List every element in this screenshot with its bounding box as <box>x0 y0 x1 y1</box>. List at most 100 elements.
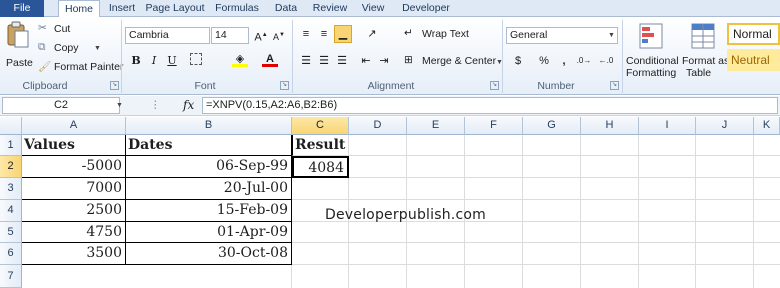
increase-decimal-icon[interactable]: .0→ <box>576 53 592 69</box>
number-launcher-icon[interactable]: ↘ <box>610 81 619 90</box>
fill-color-icon[interactable]: ◈ <box>232 51 248 67</box>
bold-button[interactable]: B <box>128 53 144 69</box>
tab-developer[interactable]: Developer <box>398 0 454 17</box>
column-header-a[interactable]: A <box>22 117 126 135</box>
row-header-4[interactable]: 4 <box>0 200 22 222</box>
grow-font-icon[interactable]: A▲ <box>253 27 269 44</box>
align-top-icon[interactable]: ≡ <box>298 26 314 42</box>
merge-center-button[interactable]: ⊞ Merge & Center ▼ <box>404 54 503 70</box>
increase-indent-icon[interactable]: ⇥ <box>376 53 392 69</box>
cell-a3[interactable]: 7000 <box>22 178 126 200</box>
formula-input[interactable]: =XNPV(0.15,A2:A6,B2:B6) <box>202 97 778 114</box>
chevron-down-icon: ▼ <box>94 45 101 52</box>
style-neutral[interactable]: Neutral <box>727 49 780 71</box>
cell-c2-selected[interactable]: 4084 <box>292 156 349 178</box>
tab-data[interactable]: Data <box>268 0 304 17</box>
column-header-e[interactable]: E <box>407 117 465 135</box>
row-header-6[interactable]: 6 <box>0 243 22 265</box>
tab-formulas[interactable]: Formulas <box>212 0 262 17</box>
row-header-1[interactable]: 1 <box>0 135 22 156</box>
tab-insert[interactable]: Insert <box>102 0 142 17</box>
number-format-select[interactable]: General <box>506 27 618 44</box>
column-header-g[interactable]: G <box>523 117 581 135</box>
borders-icon[interactable] <box>190 53 202 65</box>
formula-bar-dots-icon: ⋮ <box>150 99 161 111</box>
copy-label: Copy <box>54 42 79 54</box>
alignment-group-label: Alignment <box>367 80 415 92</box>
wrap-text-button[interactable]: ↵ Wrap Text <box>404 27 494 43</box>
group-divider <box>292 20 293 93</box>
font-launcher-icon[interactable]: ↘ <box>280 81 289 90</box>
comma-button[interactable]: , <box>556 53 572 69</box>
tab-page-layout[interactable]: Page Layout <box>142 0 208 17</box>
wrap-text-icon: ↵ <box>404 27 413 39</box>
tab-file[interactable]: File <box>0 0 44 17</box>
align-left-icon[interactable]: ☰ <box>298 53 314 69</box>
tab-home[interactable]: Home <box>58 0 100 18</box>
select-all-corner[interactable] <box>0 117 22 135</box>
cell-b6[interactable]: 30-Oct-08 <box>126 243 292 265</box>
watermark-text: Developerpublish.com <box>325 207 486 223</box>
orientation-icon[interactable]: ↗ <box>364 26 380 42</box>
currency-button[interactable]: $ <box>510 53 526 69</box>
conditional-formatting-button[interactable]: Conditional Formatting <box>624 21 679 79</box>
cell-b1[interactable]: Dates <box>126 135 292 156</box>
conditional-label-1: Conditional <box>626 55 679 67</box>
italic-button[interactable]: I <box>146 53 162 69</box>
clipboard-launcher-icon[interactable]: ↘ <box>110 81 119 90</box>
cell-a4[interactable]: 2500 <box>22 200 126 222</box>
column-header-c[interactable]: C <box>292 117 349 135</box>
row-header-2[interactable]: 2 <box>0 156 22 178</box>
font-color-icon[interactable]: A <box>262 51 278 67</box>
insert-function-icon[interactable]: fx <box>183 98 194 112</box>
row-header-5[interactable]: 5 <box>0 222 22 243</box>
underline-button[interactable]: U <box>164 53 180 69</box>
decrease-decimal-icon[interactable]: ←.0 <box>598 53 614 69</box>
row-header-3[interactable]: 3 <box>0 178 22 200</box>
column-header-k[interactable]: K <box>754 117 780 135</box>
column-header-h[interactable]: H <box>581 117 639 135</box>
chevron-down-icon: ▼ <box>608 32 615 39</box>
name-box[interactable]: C2 <box>2 97 120 114</box>
decrease-indent-icon[interactable]: ⇤ <box>358 53 374 69</box>
align-right-icon[interactable]: ☰ <box>334 53 350 69</box>
cell-c1[interactable]: Result <box>292 135 349 156</box>
cell-b4[interactable]: 15-Feb-09 <box>126 200 292 222</box>
font-name-select[interactable]: Cambria <box>125 27 210 44</box>
chevron-down-icon[interactable]: ▼ <box>116 102 123 109</box>
cut-button[interactable]: ✂ Cut <box>38 21 90 37</box>
column-header-i[interactable]: I <box>639 117 696 135</box>
paintbrush-icon: 🖌 <box>38 61 52 73</box>
format-painter-button[interactable]: 🖌 Format Painter <box>38 59 123 75</box>
align-center-icon[interactable]: ☰ <box>316 53 332 69</box>
format-as-table-button[interactable]: Format as Table <box>680 21 729 79</box>
merge-center-label: Merge & Center <box>422 55 497 67</box>
column-header-f[interactable]: F <box>465 117 523 135</box>
column-header-j[interactable]: J <box>696 117 754 135</box>
align-middle-icon[interactable]: ≡ <box>316 26 332 42</box>
cell-b5[interactable]: 01-Apr-09 <box>126 222 292 243</box>
column-header-b[interactable]: B <box>126 117 292 135</box>
copy-button[interactable]: ⧉ Copy ▼ <box>38 40 101 56</box>
group-divider <box>502 20 503 93</box>
cell-a5[interactable]: 4750 <box>22 222 126 243</box>
copy-icon: ⧉ <box>38 41 46 53</box>
percent-button[interactable]: % <box>536 53 552 69</box>
font-size-select[interactable]: 14 <box>211 27 249 44</box>
row-header-7[interactable]: 7 <box>0 265 22 288</box>
align-bottom-icon[interactable]: ▁ <box>334 25 352 43</box>
cell-a2[interactable]: -5000 <box>22 156 126 178</box>
cell-a1[interactable]: Values <box>22 135 126 156</box>
paste-button[interactable]: Paste <box>4 21 33 76</box>
cell-b3[interactable]: 20-Jul-00 <box>126 178 292 200</box>
cell-b2[interactable]: 06-Sep-99 <box>126 156 292 178</box>
cell-a6[interactable]: 3500 <box>22 243 126 265</box>
tab-review[interactable]: Review <box>310 0 350 17</box>
tab-view[interactable]: View <box>356 0 390 17</box>
shrink-font-icon[interactable]: A▼ <box>271 27 287 43</box>
column-header-d[interactable]: D <box>349 117 407 135</box>
conditional-formatting-icon <box>639 23 663 49</box>
alignment-launcher-icon[interactable]: ↘ <box>490 81 499 90</box>
format-as-table-icon <box>691 23 715 49</box>
style-normal[interactable]: Normal <box>727 23 780 45</box>
